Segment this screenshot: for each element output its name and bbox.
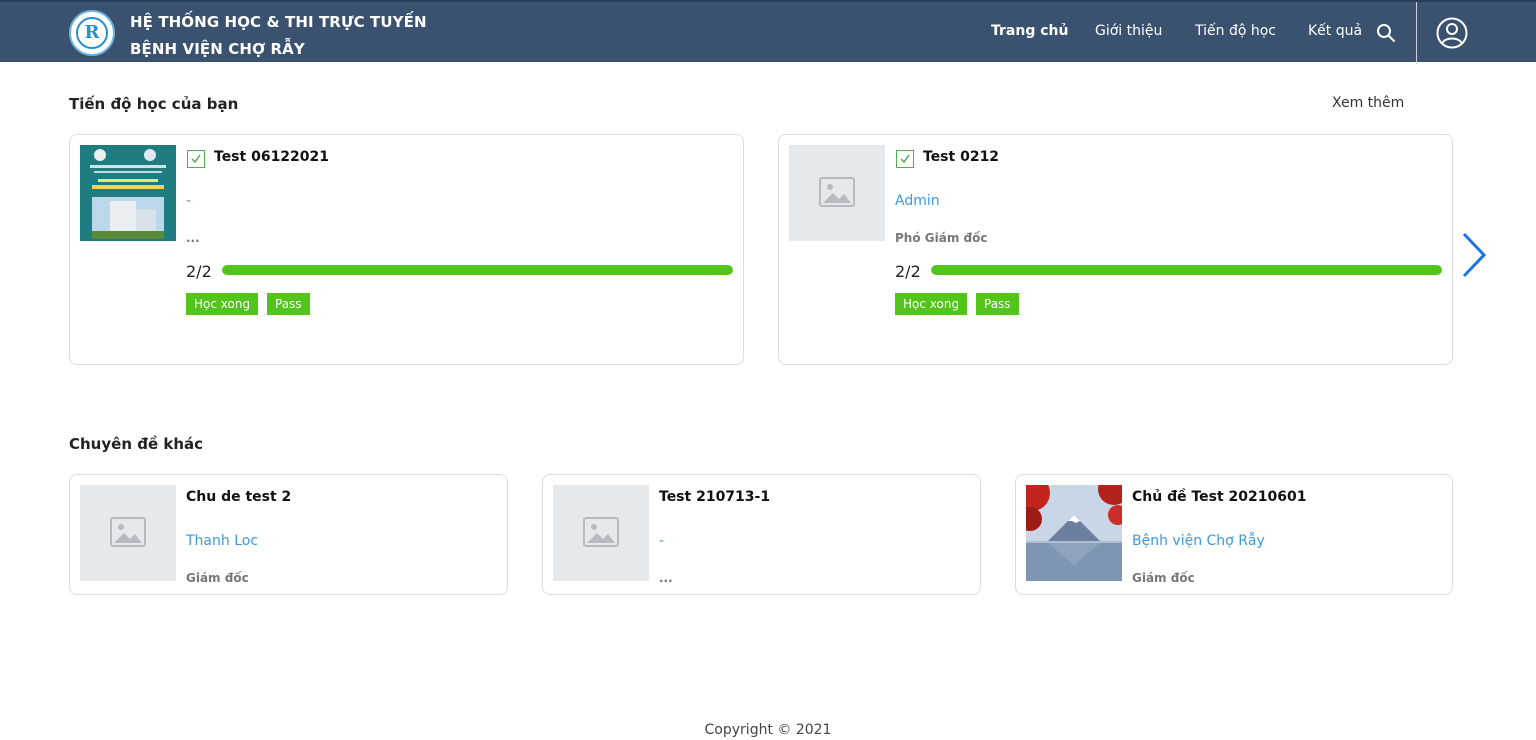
author-role: ...	[186, 231, 200, 245]
topic-card[interactable]: Chủ đề Test 20210601 Bệnh viện Chợ Rẫy G…	[1015, 474, 1453, 595]
course-poster-image	[80, 145, 176, 241]
nav-home[interactable]: Trang chủ	[991, 23, 1068, 39]
topic-author[interactable]: -	[659, 533, 664, 549]
topic-title[interactable]: Chủ đề Test 20210601	[1132, 489, 1307, 505]
topic-card[interactable]: Test 210713-1 - ...	[542, 474, 981, 595]
completed-checkbox-icon	[896, 150, 914, 168]
author-role: Phó Giám đốc	[895, 231, 988, 245]
hospital-logo[interactable]: R	[69, 10, 115, 56]
image-placeholder-icon	[110, 517, 146, 547]
search-icon[interactable]	[1376, 23, 1396, 43]
status-badge: Học xong	[186, 293, 259, 315]
topic-thumbnail	[80, 485, 176, 581]
navbar-divider	[1416, 2, 1417, 64]
course-title[interactable]: Test 06122021	[214, 149, 329, 165]
topic-title[interactable]: Chu de test 2	[186, 489, 291, 505]
status-badge: Học xong	[895, 293, 968, 315]
topic-author[interactable]: Thanh Loc	[186, 533, 258, 549]
author-role: Giám đốc	[1132, 571, 1195, 585]
author-role: ...	[659, 571, 673, 585]
progress-card[interactable]: Test 0212 Admin Phó Giám đốc 2/2 Học xon…	[778, 134, 1453, 365]
progress-count: 2/2	[895, 262, 921, 281]
nav-progress[interactable]: Tiến độ học	[1195, 23, 1276, 39]
brand-line-2: BỆNH VIỆN CHỢ RẪY	[130, 40, 305, 58]
author-role: Giám đốc	[186, 571, 249, 585]
topic-thumbnail	[1026, 485, 1122, 581]
result-badge: Pass	[976, 293, 1019, 315]
image-placeholder-icon	[819, 177, 855, 207]
footer-copyright: Copyright © 2021	[704, 722, 832, 738]
progress-card[interactable]: Test 06122021 - ... 2/2 Học xong Pass	[69, 134, 744, 365]
other-topics-title: Chuyên đề khác	[69, 435, 204, 453]
progress-bar-fill	[222, 265, 733, 275]
logo-letter: R	[76, 17, 108, 49]
completed-checkbox-icon	[187, 150, 205, 168]
progress-bar	[931, 265, 1442, 275]
topic-title[interactable]: Test 210713-1	[659, 489, 770, 505]
progress-count: 2/2	[186, 262, 212, 281]
course-thumbnail	[80, 145, 176, 241]
topic-card[interactable]: Chu de test 2 Thanh Loc Giám đốc	[69, 474, 508, 595]
top-navbar: R HỆ THỐNG HỌC & THI TRỰC TUYẾN BỆNH VIỆ…	[0, 0, 1536, 64]
nav-about[interactable]: Giới thiệu	[1095, 23, 1162, 39]
topic-author[interactable]: Bệnh viện Chợ Rẫy	[1132, 533, 1265, 549]
brand-line-1: HỆ THỐNG HỌC & THI TRỰC TUYẾN	[130, 13, 427, 31]
topic-thumbnail	[553, 485, 649, 581]
image-placeholder-icon	[583, 517, 619, 547]
site-brand[interactable]: HỆ THỐNG HỌC & THI TRỰC TUYẾN BỆNH VIỆN …	[130, 9, 427, 63]
progress-bar	[222, 265, 733, 275]
user-account-icon[interactable]	[1436, 17, 1468, 49]
progress-bar-fill	[931, 265, 1442, 275]
course-author[interactable]: Admin	[895, 193, 940, 209]
course-title[interactable]: Test 0212	[923, 149, 999, 165]
result-badge: Pass	[267, 293, 310, 315]
nav-results[interactable]: Kết quả	[1308, 23, 1362, 39]
course-thumbnail	[789, 145, 885, 241]
see-more-link[interactable]: Xem thêm	[1332, 95, 1404, 111]
carousel-next-arrow-icon[interactable]	[1460, 232, 1488, 278]
course-author[interactable]: -	[186, 193, 191, 209]
progress-section-title: Tiến độ học của bạn	[69, 95, 239, 113]
mountain-lake-image	[1026, 485, 1122, 581]
